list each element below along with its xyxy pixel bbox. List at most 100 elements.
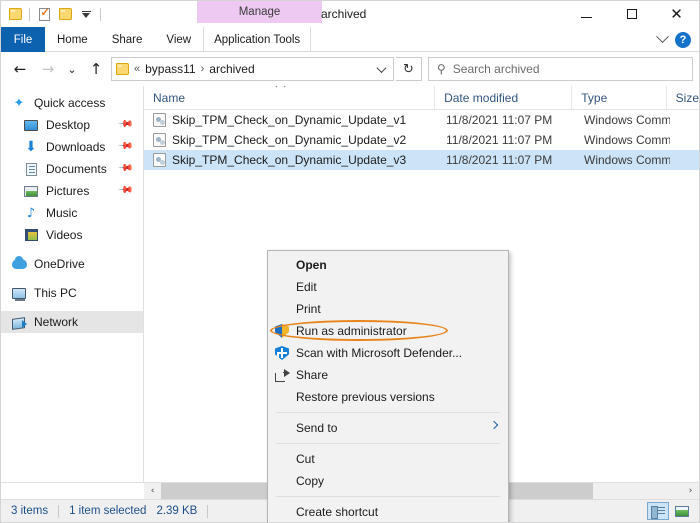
cell-name: Skip_TPM_Check_on_Dynamic_Update_v3 bbox=[144, 153, 437, 167]
menu-icon-slot bbox=[271, 388, 293, 406]
network-icon bbox=[11, 314, 27, 330]
sidebar-item-this-pc[interactable]: This PC bbox=[1, 282, 143, 304]
sidebar-item-label: Pictures bbox=[46, 184, 90, 198]
menu-icon-slot bbox=[271, 300, 293, 318]
menu-item-label: Share bbox=[296, 368, 329, 382]
quick-access-toolbar bbox=[1, 1, 103, 27]
cell-date: 11/8/2021 11:07 PM bbox=[446, 133, 553, 147]
menu-item-label: Run as administrator bbox=[296, 324, 407, 338]
up-button[interactable]: ↑ bbox=[83, 56, 109, 82]
cell-type: Windows Comma... bbox=[584, 113, 670, 127]
sidebar-item-videos[interactable]: Videos bbox=[1, 224, 143, 246]
sidebar-gap-2 bbox=[1, 275, 143, 282]
table-row[interactable]: Skip_TPM_Check_on_Dynamic_Update_v1 11/8… bbox=[144, 110, 699, 130]
contextual-tab-manage[interactable]: Manage bbox=[197, 1, 322, 23]
sort-ascending-icon bbox=[275, 86, 286, 92]
pin-icon[interactable]: 📌 bbox=[116, 138, 133, 155]
back-button[interactable]: ← bbox=[7, 56, 33, 82]
menu-item-label: Restore previous versions bbox=[296, 390, 435, 404]
menu-item-edit[interactable]: Edit bbox=[268, 276, 508, 298]
column-header-size[interactable]: Size bbox=[667, 86, 699, 109]
folder-icon[interactable] bbox=[6, 5, 24, 23]
help-icon[interactable]: ? bbox=[675, 31, 691, 48]
table-row[interactable]: Skip_TPM_Check_on_Dynamic_Update_v2 11/8… bbox=[144, 130, 699, 150]
menu-item-label: Open bbox=[296, 258, 327, 272]
search-input[interactable]: ⚲ Search archived bbox=[428, 57, 693, 81]
chevron-down-icon[interactable] bbox=[376, 62, 387, 73]
tab-share-label: Share bbox=[111, 33, 143, 46]
menu-item-label: Edit bbox=[296, 280, 317, 294]
breadcrumb[interactable]: « bypass11 › archived bbox=[111, 57, 394, 81]
new-folder-icon[interactable] bbox=[56, 5, 74, 23]
close-button[interactable]: ✕ bbox=[654, 1, 699, 27]
cmd-file-icon bbox=[153, 133, 166, 147]
sidebar-item-network[interactable]: Network bbox=[1, 311, 143, 333]
tab-share[interactable]: Share bbox=[100, 27, 155, 52]
scrollbar-left-pad bbox=[1, 482, 144, 500]
chevron-down-icon[interactable] bbox=[656, 30, 669, 44]
ribbon-tabs: File Home Share View Application Tools ? bbox=[1, 27, 699, 52]
sidebar-item-label: Music bbox=[46, 206, 78, 220]
tab-file-label: File bbox=[13, 33, 33, 46]
pin-icon[interactable]: 📌 bbox=[116, 160, 133, 177]
breadcrumb-item-bypass11[interactable]: bypass11 bbox=[145, 62, 195, 76]
status-divider-2 bbox=[207, 504, 209, 518]
column-header-type[interactable]: Type bbox=[572, 86, 667, 109]
large-icons-view-button[interactable] bbox=[671, 502, 693, 520]
maximize-button[interactable] bbox=[609, 1, 654, 27]
sidebar-item-label: Downloads bbox=[46, 140, 106, 154]
sidebar-item-label: Videos bbox=[46, 228, 83, 242]
ribbon-right-controls: ? bbox=[656, 27, 695, 52]
forward-button[interactable]: → bbox=[35, 56, 61, 82]
menu-item-copy[interactable]: Copy bbox=[268, 470, 508, 492]
menu-item-print[interactable]: Print bbox=[268, 298, 508, 320]
scroll-left-button[interactable]: ‹ bbox=[144, 482, 161, 500]
scroll-right-button[interactable]: › bbox=[682, 482, 699, 500]
menu-item-create-shortcut[interactable]: Create shortcut bbox=[268, 501, 508, 522]
refresh-button[interactable]: ↻ bbox=[396, 57, 422, 81]
tab-view[interactable]: View bbox=[154, 27, 203, 52]
sidebar-item-music[interactable]: ♪ Music bbox=[1, 202, 143, 224]
tab-file[interactable]: File bbox=[1, 27, 45, 52]
sidebar-item-documents[interactable]: Documents 📌 bbox=[1, 158, 143, 180]
recent-locations-button[interactable]: ⌄ bbox=[63, 56, 81, 82]
sidebar-item-onedrive[interactable]: OneDrive bbox=[1, 253, 143, 275]
breadcrumb-overflow-icon[interactable]: « bbox=[134, 63, 140, 75]
tab-home[interactable]: Home bbox=[45, 27, 100, 52]
cell-date: 11/8/2021 11:07 PM bbox=[446, 153, 553, 167]
column-header-label: Type bbox=[581, 90, 608, 105]
menu-separator bbox=[276, 412, 500, 413]
onedrive-icon bbox=[11, 256, 27, 272]
up-arrow-icon: ↑ bbox=[89, 60, 103, 78]
tab-application-tools[interactable]: Application Tools bbox=[203, 27, 312, 52]
menu-item-open[interactable]: Open bbox=[268, 254, 508, 276]
column-header-name[interactable]: Name bbox=[144, 86, 436, 109]
sidebar-item-quick-access[interactable]: ✦ Quick access bbox=[1, 92, 143, 114]
search-icon: ⚲ bbox=[437, 62, 446, 76]
menu-item-scan-with-defender[interactable]: Scan with Microsoft Defender... bbox=[268, 342, 508, 364]
menu-item-send-to[interactable]: Send to bbox=[268, 417, 508, 439]
menu-item-restore-previous-versions[interactable]: Restore previous versions bbox=[268, 386, 508, 408]
pin-icon[interactable]: 📌 bbox=[116, 116, 133, 133]
tab-home-label: Home bbox=[57, 33, 88, 46]
menu-item-cut[interactable]: Cut bbox=[268, 448, 508, 470]
sidebar-item-desktop[interactable]: Desktop 📌 bbox=[1, 114, 143, 136]
sidebar-item-label: Network bbox=[34, 315, 79, 329]
minimize-button[interactable] bbox=[564, 1, 609, 27]
menu-item-share[interactable]: Share bbox=[268, 364, 508, 386]
breadcrumb-item-archived[interactable]: archived bbox=[209, 62, 254, 76]
file-explorer-window: Manage archived ✕ File Home Share View A… bbox=[0, 0, 700, 523]
properties-icon[interactable] bbox=[35, 5, 53, 23]
sidebar-gap-3 bbox=[1, 304, 143, 311]
menu-item-run-as-administrator[interactable]: Run as administrator bbox=[268, 320, 508, 342]
customize-qat-icon[interactable] bbox=[77, 5, 95, 23]
menu-item-label: Create shortcut bbox=[296, 505, 379, 519]
file-name: Skip_TPM_Check_on_Dynamic_Update_v1 bbox=[172, 113, 407, 127]
table-row[interactable]: Skip_TPM_Check_on_Dynamic_Update_v3 11/8… bbox=[144, 150, 699, 170]
scroll-right-icon: › bbox=[688, 486, 693, 496]
details-view-button[interactable] bbox=[647, 502, 669, 520]
pin-icon[interactable]: 📌 bbox=[116, 182, 133, 199]
sidebar-item-pictures[interactable]: Pictures 📌 bbox=[1, 180, 143, 202]
column-header-date-modified[interactable]: Date modified bbox=[435, 86, 573, 109]
sidebar-item-downloads[interactable]: ⬇ Downloads 📌 bbox=[1, 136, 143, 158]
